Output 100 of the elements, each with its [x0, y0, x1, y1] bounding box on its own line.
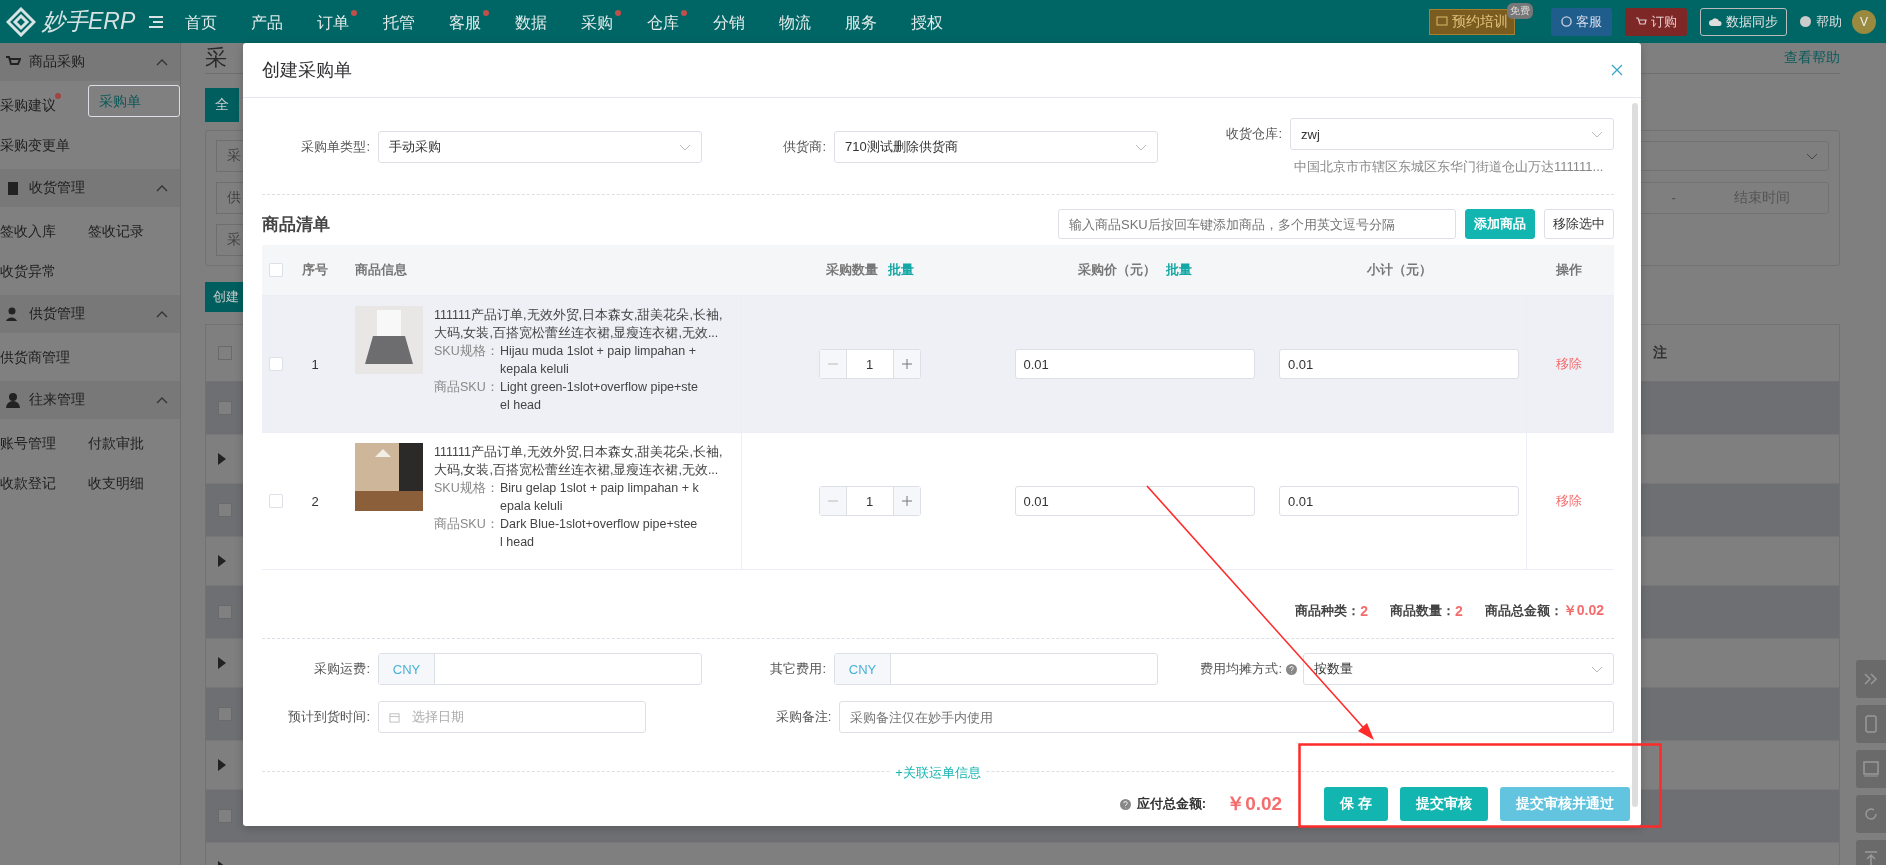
nav-item[interactable]: 授权 — [911, 9, 952, 34]
sync-button[interactable]: 数据同步 — [1700, 7, 1787, 36]
add-product-button[interactable]: 添加商品 — [1465, 209, 1535, 239]
sidebar-item[interactable]: 签收入库 — [0, 211, 88, 251]
nav-item[interactable]: 首页 — [185, 9, 226, 34]
field-label: 费用均摊方式: — [1199, 660, 1283, 678]
sidebar-item[interactable]: 供货商管理 — [0, 337, 88, 377]
nav-item[interactable]: 数据 — [515, 9, 556, 34]
price-input-field[interactable]: 0.01 — [1014, 349, 1255, 379]
sidebar-item[interactable]: 收款登记 — [0, 463, 88, 503]
room-photo-placeholder — [355, 443, 423, 511]
sidebar-item[interactable]: 采购单 — [88, 85, 180, 117]
refresh-icon[interactable] — [1856, 795, 1886, 833]
field-label: 采购运费: — [313, 660, 371, 678]
remove-selected-button[interactable]: 移除选中 — [1544, 209, 1614, 239]
summary-label: 商品数量： — [1389, 602, 1455, 620]
product-sku-label: 商品SKU： — [434, 379, 500, 396]
menu-icon[interactable] — [149, 15, 164, 28]
total-label: 应付总金额: — [1136, 795, 1207, 813]
close-icon[interactable] — [1611, 64, 1623, 76]
plus-icon[interactable] — [893, 487, 920, 515]
free-badge: 免费 — [1507, 2, 1533, 19]
nav-item[interactable]: 采购 — [581, 9, 622, 34]
user-avatar[interactable]: V — [1852, 9, 1876, 34]
column-header: 序号 — [302, 261, 328, 279]
remove-link[interactable]: 移除 — [1555, 492, 1582, 510]
product-sku-label: 商品SKU： — [434, 516, 500, 533]
remove-link[interactable]: 移除 — [1555, 355, 1582, 373]
expand-icon[interactable] — [218, 453, 226, 465]
nav-item[interactable]: 物流 — [779, 9, 820, 34]
logo-icon — [6, 6, 36, 37]
sku-spec-label: SKU规格： — [434, 480, 500, 497]
sidebar-group-header[interactable]: 往来管理 — [0, 381, 180, 419]
sku-spec: Hijau muda 1slot + paip limpahan + kepala keluli — [500, 343, 697, 378]
other-fee-input-field[interactable]: CNY — [834, 653, 1158, 685]
column-header: 注 — [1653, 344, 1667, 362]
column-header: 采购价（元） — [1077, 261, 1156, 279]
sidebar-item[interactable]: 签收记录 — [88, 211, 176, 251]
minus-icon[interactable] — [819, 487, 846, 515]
split-method-select[interactable]: 按数量 — [1303, 653, 1614, 685]
sidebar-item[interactable]: 账号管理 — [0, 423, 88, 463]
chevron-icon — [1135, 143, 1147, 151]
field-label: 采购单类型: — [300, 138, 371, 156]
sku-input-field[interactable]: 输入商品SKU后按回车键添加商品，多个用英文逗号分隔 — [1058, 209, 1456, 239]
summary-label: 商品种类： — [1295, 602, 1361, 620]
quantity-stepper[interactable]: 1 — [818, 486, 921, 516]
freight-input-field[interactable]: CNY — [378, 653, 702, 685]
subtotal-input-field[interactable]: 0.01 — [1279, 486, 1519, 516]
sidebar-group-header[interactable]: 收货管理 — [0, 169, 180, 207]
action-button[interactable]: 提交审核 — [1400, 787, 1488, 821]
batch-link[interactable]: 批量 — [1165, 261, 1192, 279]
nav-item[interactable]: 订单 — [317, 9, 358, 34]
summary-label: 商品总金额： — [1484, 602, 1563, 620]
expand-icon[interactable] — [218, 657, 226, 669]
help-link[interactable]: 帮助 — [1800, 12, 1842, 31]
subtotal-input-field[interactable]: 0.01 — [1279, 349, 1519, 379]
expand-icon[interactable] — [218, 759, 226, 771]
chevron-icon — [679, 143, 691, 151]
nav-item[interactable]: 托管 — [383, 9, 424, 34]
sidebar-item[interactable]: 收货异常 — [0, 251, 88, 291]
service-button[interactable]: 客服 — [1551, 7, 1612, 36]
remark-input-field[interactable]: 采购备注仅在妙手内使用 — [839, 701, 1614, 733]
nav-item[interactable]: 服务 — [845, 9, 886, 34]
field-label: 收货仓库: — [1225, 125, 1283, 143]
plus-icon[interactable] — [893, 350, 920, 378]
sidebar-group-header[interactable]: 商品采购 — [0, 43, 180, 81]
scrollbar[interactable] — [1632, 103, 1638, 807]
sidebar-item[interactable]: 采购建议 — [0, 85, 88, 125]
chevron-icon — [156, 58, 168, 66]
sidebar-item[interactable]: 采购变更单 — [0, 125, 88, 165]
nav-item[interactable]: 仓库 — [647, 9, 688, 34]
phone-icon[interactable] — [1856, 705, 1886, 743]
skirt-photo-placeholder — [355, 306, 423, 374]
chevron-icon — [156, 184, 168, 192]
action-button[interactable]: 保 存 — [1324, 787, 1388, 821]
price-input-field[interactable]: 0.01 — [1014, 486, 1255, 516]
warehouse-select[interactable]: zwj — [1290, 118, 1614, 150]
column-header: 操作 — [1555, 261, 1582, 279]
arrival-date-field[interactable]: 选择日期 — [378, 701, 646, 733]
sidebar-item[interactable]: 收支明细 — [88, 463, 176, 503]
minus-icon[interactable] — [819, 350, 846, 378]
nav-item[interactable]: 产品 — [251, 9, 292, 34]
product-title: 111111产品订单,无效外贸,日本森女,甜美花朵,长袖,大码,女装,百搭宽松蕾丝连衣裙,显瘦连衣裙,无效... — [434, 307, 724, 342]
sidebar-group-header[interactable]: 供货管理 — [0, 295, 180, 333]
order-type-select[interactable]: 手动采购 — [378, 131, 702, 163]
link-waybill-link[interactable]: +关联运单信息 — [891, 764, 985, 782]
nav-item[interactable]: 分销 — [713, 9, 754, 34]
nav-item[interactable]: 客服 — [449, 9, 490, 34]
chevron-icon — [1806, 152, 1818, 160]
column-header: 商品信息 — [355, 261, 407, 279]
collapse-icon[interactable] — [1856, 660, 1886, 698]
status-tab[interactable]: 全 — [205, 88, 239, 122]
sidebar-item[interactable]: 付款审批 — [88, 423, 176, 463]
supplier-select[interactable]: 710测试删除供货商 — [834, 131, 1158, 163]
quantity-stepper[interactable]: 1 — [818, 349, 921, 379]
section-title: 商品清单 — [262, 213, 330, 236]
order-button[interactable]: 订购 — [1625, 7, 1687, 36]
batch-link[interactable]: 批量 — [887, 261, 914, 279]
expand-icon[interactable] — [218, 555, 226, 567]
column-header: 小计（元） — [1367, 261, 1432, 279]
